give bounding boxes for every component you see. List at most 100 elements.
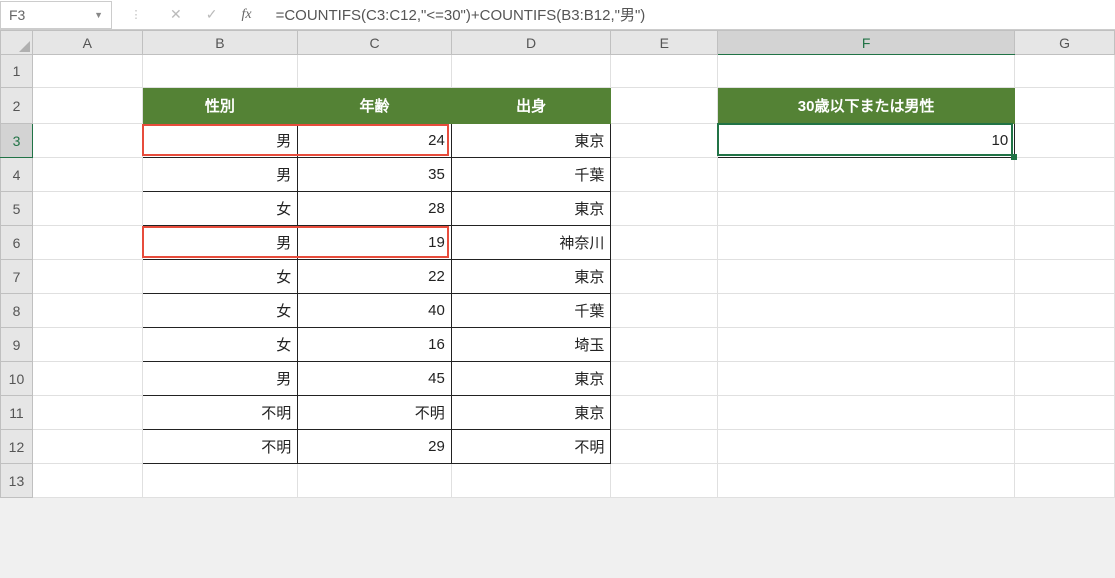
row-header-11[interactable]: 11 — [1, 396, 33, 430]
cell-B5[interactable]: 女 — [142, 192, 298, 226]
cell-D5[interactable]: 東京 — [451, 192, 611, 226]
cell-G8[interactable] — [1015, 294, 1115, 328]
cell-D7[interactable]: 東京 — [451, 260, 611, 294]
row-header-4[interactable]: 4 — [1, 158, 33, 192]
cell-A11[interactable] — [32, 396, 142, 430]
cancel-icon[interactable]: ✕ — [170, 6, 182, 23]
cell-G5[interactable] — [1015, 192, 1115, 226]
resize-handle[interactable]: ⋮ — [112, 8, 160, 21]
cell-F5[interactable] — [718, 192, 1015, 226]
cell-C8[interactable]: 40 — [298, 294, 452, 328]
cell-D9[interactable]: 埼玉 — [451, 328, 611, 362]
row-header-10[interactable]: 10 — [1, 362, 33, 396]
row-header-13[interactable]: 13 — [1, 464, 33, 498]
cell-F6[interactable] — [718, 226, 1015, 260]
col-header-D[interactable]: D — [451, 31, 611, 55]
cell-B2[interactable]: 性別 — [142, 88, 298, 124]
cell-G3[interactable] — [1015, 124, 1115, 158]
cell-C6[interactable]: 19 — [298, 226, 452, 260]
cell-G12[interactable] — [1015, 430, 1115, 464]
col-header-G[interactable]: G — [1015, 31, 1115, 55]
cell-C2[interactable]: 年齢 — [298, 88, 452, 124]
cell-F9[interactable] — [718, 328, 1015, 362]
cell-D13[interactable] — [451, 464, 611, 498]
cell-D8[interactable]: 千葉 — [451, 294, 611, 328]
cell-B1[interactable] — [142, 55, 298, 88]
cell-D12[interactable]: 不明 — [451, 430, 611, 464]
col-header-B[interactable]: B — [142, 31, 298, 55]
cell-D3[interactable]: 東京 — [451, 124, 611, 158]
name-box[interactable]: F3 ▼ — [0, 1, 112, 29]
cell-D4[interactable]: 千葉 — [451, 158, 611, 192]
cell-C11[interactable]: 不明 — [298, 396, 452, 430]
cell-B4[interactable]: 男 — [142, 158, 298, 192]
cell-A5[interactable] — [32, 192, 142, 226]
cell-E8[interactable] — [611, 294, 718, 328]
row-header-2[interactable]: 2 — [1, 88, 33, 124]
col-header-A[interactable]: A — [32, 31, 142, 55]
cell-A8[interactable] — [32, 294, 142, 328]
cell-A4[interactable] — [32, 158, 142, 192]
cell-C13[interactable] — [298, 464, 452, 498]
cell-B3[interactable]: 男 — [142, 124, 298, 158]
cell-G6[interactable] — [1015, 226, 1115, 260]
cell-A7[interactable] — [32, 260, 142, 294]
cell-C5[interactable]: 28 — [298, 192, 452, 226]
cell-E2[interactable] — [611, 88, 718, 124]
cell-E1[interactable] — [611, 55, 718, 88]
cell-G1[interactable] — [1015, 55, 1115, 88]
cell-B12[interactable]: 不明 — [142, 430, 298, 464]
cell-F11[interactable] — [718, 396, 1015, 430]
enter-icon[interactable]: ✓ — [206, 6, 218, 23]
cell-E10[interactable] — [611, 362, 718, 396]
cell-E9[interactable] — [611, 328, 718, 362]
cell-D11[interactable]: 東京 — [451, 396, 611, 430]
cell-G2[interactable] — [1015, 88, 1115, 124]
cell-A9[interactable] — [32, 328, 142, 362]
row-header-3[interactable]: 3 — [1, 124, 33, 158]
cell-D1[interactable] — [451, 55, 611, 88]
cell-G10[interactable] — [1015, 362, 1115, 396]
col-header-F[interactable]: F — [718, 31, 1015, 55]
cell-B6[interactable]: 男 — [142, 226, 298, 260]
row-header-5[interactable]: 5 — [1, 192, 33, 226]
row-header-6[interactable]: 6 — [1, 226, 33, 260]
cell-F3[interactable]: 10 — [718, 124, 1015, 158]
cell-A12[interactable] — [32, 430, 142, 464]
cell-F12[interactable] — [718, 430, 1015, 464]
cell-E12[interactable] — [611, 430, 718, 464]
cell-F2[interactable]: 30歳以下または男性 — [718, 88, 1015, 124]
cell-G4[interactable] — [1015, 158, 1115, 192]
cell-C10[interactable]: 45 — [298, 362, 452, 396]
cell-E4[interactable] — [611, 158, 718, 192]
cell-F13[interactable] — [718, 464, 1015, 498]
cell-A1[interactable] — [32, 55, 142, 88]
spreadsheet-grid[interactable]: ABCDEFG12性別年齢出身30歳以下または男性3男24東京104男35千葉5… — [0, 30, 1115, 498]
cell-C12[interactable]: 29 — [298, 430, 452, 464]
cell-E7[interactable] — [611, 260, 718, 294]
select-all-corner[interactable] — [1, 31, 33, 55]
row-header-1[interactable]: 1 — [1, 55, 33, 88]
cell-F10[interactable] — [718, 362, 1015, 396]
cell-E5[interactable] — [611, 192, 718, 226]
col-header-C[interactable]: C — [298, 31, 452, 55]
cell-B11[interactable]: 不明 — [142, 396, 298, 430]
cell-C4[interactable]: 35 — [298, 158, 452, 192]
row-header-12[interactable]: 12 — [1, 430, 33, 464]
cell-G13[interactable] — [1015, 464, 1115, 498]
cell-B13[interactable] — [142, 464, 298, 498]
cell-G11[interactable] — [1015, 396, 1115, 430]
cell-E3[interactable] — [611, 124, 718, 158]
cell-B10[interactable]: 男 — [142, 362, 298, 396]
cell-C3[interactable]: 24 — [298, 124, 452, 158]
cell-A10[interactable] — [32, 362, 142, 396]
cell-D6[interactable]: 神奈川 — [451, 226, 611, 260]
row-header-7[interactable]: 7 — [1, 260, 33, 294]
cell-B9[interactable]: 女 — [142, 328, 298, 362]
cell-G9[interactable] — [1015, 328, 1115, 362]
cell-F8[interactable] — [718, 294, 1015, 328]
cell-B7[interactable]: 女 — [142, 260, 298, 294]
cell-C1[interactable] — [298, 55, 452, 88]
cell-E6[interactable] — [611, 226, 718, 260]
row-header-8[interactable]: 8 — [1, 294, 33, 328]
